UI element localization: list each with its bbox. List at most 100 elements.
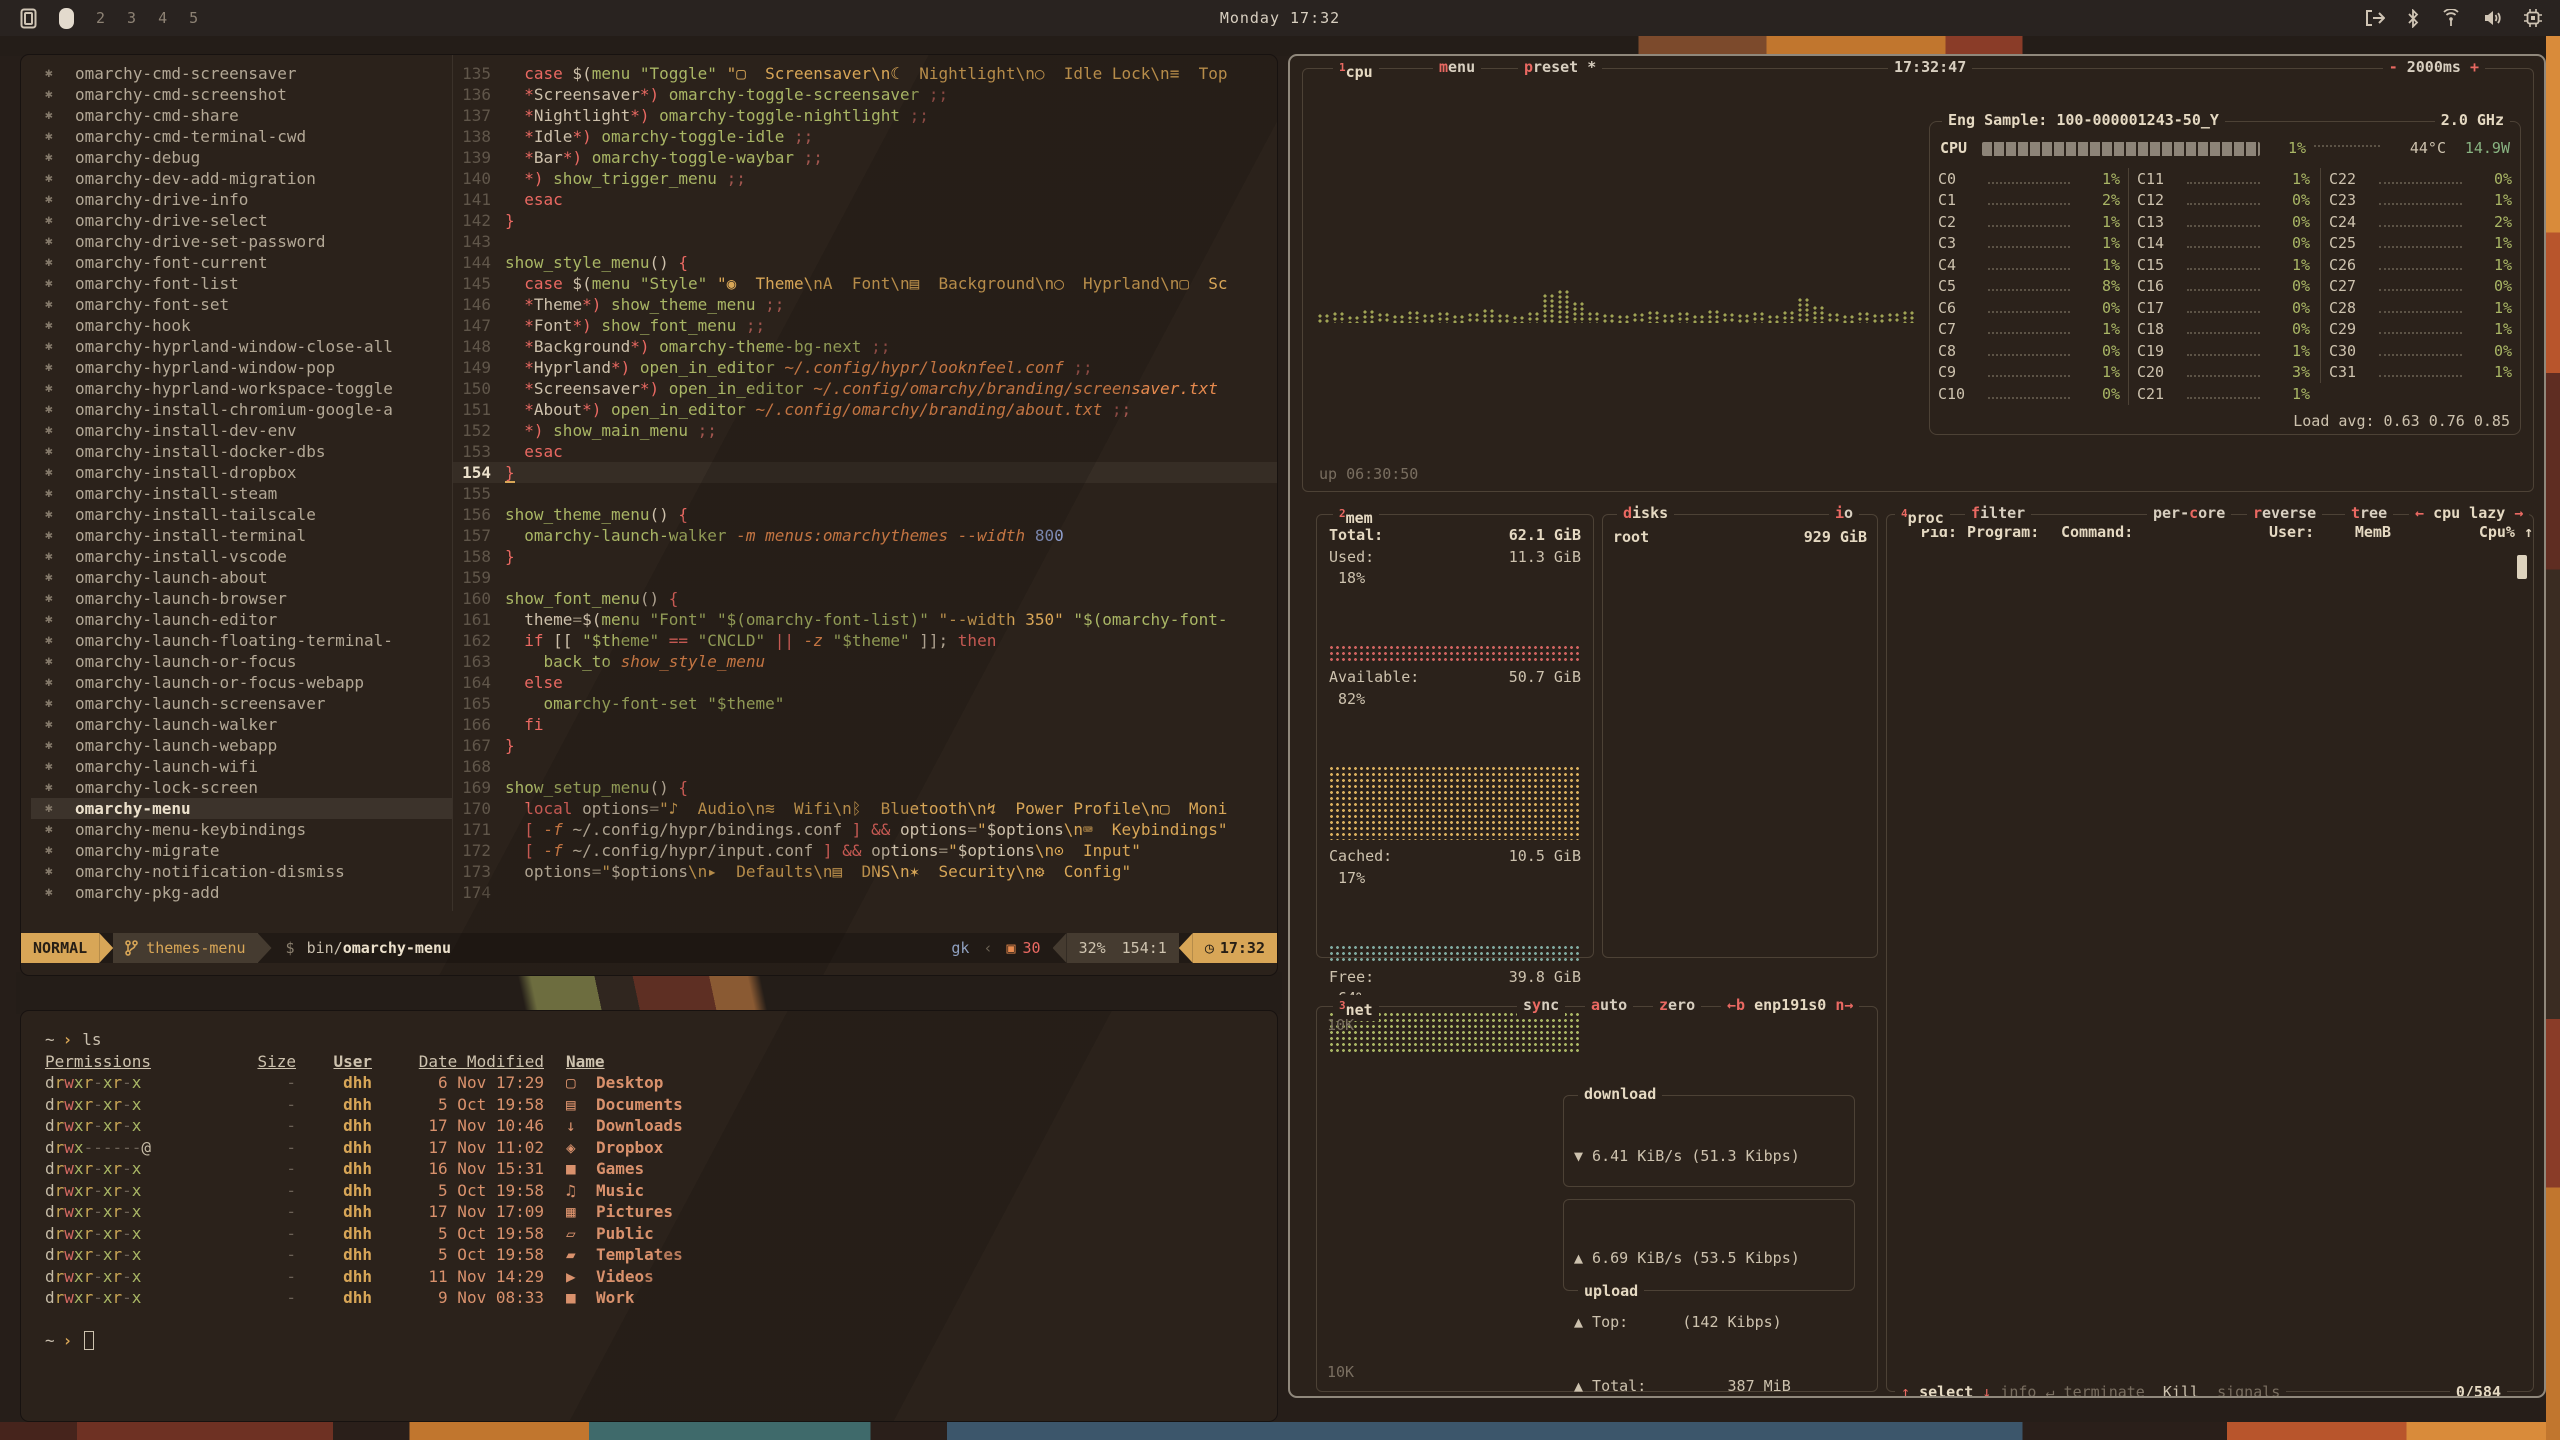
prompt-line: ~›ls <box>45 1029 1277 1051</box>
prompt-line-active[interactable]: ~› <box>45 1330 1277 1352</box>
code-line: 146 *Theme*) show_theme_menu ;; <box>453 294 1277 315</box>
tab-proc[interactable]: 4proc <box>1895 503 1950 529</box>
mem-graph-cached <box>1329 945 1581 961</box>
ls-row: drwxr-xr-x-dhh 5 Oct 19:58♫Music <box>45 1180 1277 1202</box>
tree-item[interactable]: ✱omarchy-install-dropbox <box>31 462 452 483</box>
tree-item[interactable]: ✱omarchy-hyprland-window-pop <box>31 357 452 378</box>
tree-item[interactable]: ✱omarchy-install-steam <box>31 483 452 504</box>
tree-item[interactable]: ✱omarchy-launch-screensaver <box>31 693 452 714</box>
tree-item[interactable]: ✱omarchy-lock-screen <box>31 777 452 798</box>
tree-item[interactable]: ✱omarchy-install-dev-env <box>31 420 452 441</box>
tree-item[interactable]: ✱omarchy-notification-dismiss <box>31 861 452 882</box>
tree-item[interactable]: ✱omarchy-launch-walker <box>31 714 452 735</box>
code-line: 144show_style_menu() { <box>453 252 1277 273</box>
tree-item[interactable]: ✱omarchy-pkg-add <box>31 882 452 903</box>
logout-icon[interactable] <box>2365 9 2385 27</box>
core-row: C170% <box>2137 297 2310 319</box>
code-line: 172 [ -f ~/.config/hypr/input.conf ] && … <box>453 840 1277 861</box>
tree-button[interactable]: tree <box>2345 503 2393 524</box>
statusline-host: gk <box>939 933 981 963</box>
sort-selector[interactable]: ← cpu lazy → <box>2409 503 2529 524</box>
terminal-output[interactable]: ~›lsPermissionsSizeUserDate ModifiedName… <box>21 1011 1277 1351</box>
core-row: C180% <box>2137 319 2310 341</box>
tree-item[interactable]: ✱omarchy-install-terminal <box>31 525 452 546</box>
code-line: 136 *Screensaver*) omarchy-toggle-screen… <box>453 84 1277 105</box>
tree-item[interactable]: ✱omarchy-debug <box>31 147 452 168</box>
tree-item[interactable]: ✱omarchy-font-set <box>31 294 452 315</box>
core-list-1: C01%C12%C21%C31%C41%C58%C60%C71%C80%C91%… <box>1938 168 2120 405</box>
code-line: 159 <box>453 567 1277 588</box>
disks-box: disks io root929 GiB <box>1602 514 1878 958</box>
tree-item[interactable]: ✱omarchy-install-docker-dbs <box>31 441 452 462</box>
tree-item[interactable]: ✱omarchy-cmd-screensaver <box>31 63 452 84</box>
code-line: 148 *Background*) omarchy-theme-bg-next … <box>453 336 1277 357</box>
tree-item[interactable]: ✱omarchy-launch-editor <box>31 609 452 630</box>
wallpaper-stripe-right <box>2546 36 2560 1440</box>
tree-item[interactable]: ✱omarchy-launch-wifi <box>31 756 452 777</box>
tree-item[interactable]: ✱omarchy-launch-or-focus <box>31 651 452 672</box>
core-row: C220% <box>2329 168 2512 190</box>
network-icon[interactable] <box>2441 9 2461 27</box>
process-scrollbar[interactable] <box>2517 555 2527 579</box>
code-line: 157 omarchy-launch-walker -m menus:omarc… <box>453 525 1277 546</box>
volume-icon[interactable] <box>2483 9 2502 27</box>
ls-header-row: PermissionsSizeUserDate ModifiedName <box>45 1051 1277 1073</box>
core-row: C203% <box>2137 362 2310 384</box>
powerline-separator <box>1053 933 1067 963</box>
terminal-cursor <box>84 1331 94 1350</box>
cpu-detail-box: Eng Sample: 100-000001243-50_Y 2.0 GHz C… <box>1929 121 2521 435</box>
code-line: 141 esac <box>453 189 1277 210</box>
tree-item[interactable]: ✱omarchy-hook <box>31 315 452 336</box>
upload-stats-box: upload ▲ 6.69 KiB/s (53.5 Kibps) ▲ Top: … <box>1563 1199 1855 1291</box>
tree-item[interactable]: ✱omarchy-install-chromium-google-a <box>31 399 452 420</box>
tree-item[interactable]: ✱omarchy-menu-keybindings <box>31 819 452 840</box>
core-row: C231% <box>2329 190 2512 212</box>
bluetooth-icon[interactable] <box>2407 9 2419 28</box>
chip-icon[interactable] <box>2524 9 2542 27</box>
tree-item[interactable]: ✱omarchy-font-current <box>31 252 452 273</box>
wallpaper-stripe-middle <box>16 972 1282 1014</box>
tree-item[interactable]: ✱omarchy-font-list <box>31 273 452 294</box>
io-button[interactable]: io <box>1829 503 1859 524</box>
code-line: 151 *About*) open_in_editor ~/.config/om… <box>453 399 1277 420</box>
tree-item[interactable]: ✱omarchy-launch-floating-terminal- <box>31 630 452 651</box>
statusline-clock: ◷ 17:32 <box>1193 933 1277 963</box>
tree-item[interactable]: ✱omarchy-install-tailscale <box>31 504 452 525</box>
tree-item[interactable]: ✱omarchy-launch-browser <box>31 588 452 609</box>
core-row: C242% <box>2329 211 2512 233</box>
core-row: C311% <box>2329 362 2512 384</box>
tree-item[interactable]: ✱omarchy-launch-webapp <box>31 735 452 756</box>
tree-item[interactable]: ✱omarchy-migrate <box>31 840 452 861</box>
code-line: 155 <box>453 483 1277 504</box>
reverse-button[interactable]: reverse <box>2247 503 2322 524</box>
tree-item[interactable]: ✱omarchy-launch-or-focus-webapp <box>31 672 452 693</box>
tree-item[interactable]: ✱omarchy-launch-about <box>31 567 452 588</box>
tree-item[interactable]: ✱omarchy-hyprland-workspace-toggle <box>31 378 452 399</box>
code-line: 171 [ -f ~/.config/hypr/bindings.conf ] … <box>453 819 1277 840</box>
tree-item[interactable]: ✱omarchy-cmd-terminal-cwd <box>31 126 452 147</box>
tree-item[interactable]: ✱omarchy-hyprland-window-close-all <box>31 336 452 357</box>
tab-cpu[interactable]: 1cpu <box>1333 57 1379 83</box>
code-line: 149 *Hyprland*) open_in_editor ~/.config… <box>453 357 1277 378</box>
filter-button[interactable]: filter <box>1965 503 2031 524</box>
tree-item[interactable]: ✱omarchy-cmd-share <box>31 105 452 126</box>
tree-item[interactable]: ✱omarchy-drive-select <box>31 210 452 231</box>
interval-control[interactable]: - 2000ms + <box>2383 57 2485 78</box>
code-line: 153 esac <box>453 441 1277 462</box>
menu-button[interactable]: menu <box>1433 57 1481 78</box>
preset-button[interactable]: preset * <box>1518 57 1602 78</box>
code-line: 166 fi <box>453 714 1277 735</box>
tree-item[interactable]: ✱omarchy-drive-info <box>31 189 452 210</box>
core-row: C12% <box>1938 190 2120 212</box>
tree-item[interactable]: ✱omarchy-cmd-screenshot <box>31 84 452 105</box>
core-row: C140% <box>2137 233 2310 255</box>
tree-item[interactable]: ✱omarchy-install-vscode <box>31 546 452 567</box>
per-core-button[interactable]: per-core <box>2147 503 2231 524</box>
upload-top: ▲ Top: (142 Kibps) <box>1574 1312 1844 1334</box>
disks-title: disks <box>1617 503 1674 524</box>
statusline-sep: ‹ <box>981 933 994 963</box>
code-line: 158} <box>453 546 1277 567</box>
tree-item[interactable]: ✱omarchy-dev-add-migration <box>31 168 452 189</box>
tree-item[interactable]: ✱omarchy-drive-set-password <box>31 231 452 252</box>
tree-item[interactable]: ✱omarchy-menu <box>31 798 452 819</box>
